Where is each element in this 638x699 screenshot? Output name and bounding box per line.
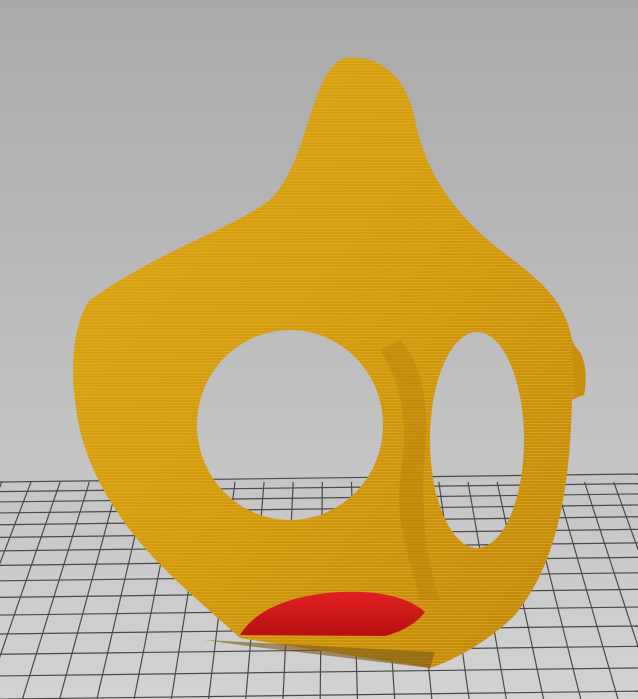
scene — [0, 0, 638, 699]
3d-viewport[interactable] — [0, 0, 638, 699]
